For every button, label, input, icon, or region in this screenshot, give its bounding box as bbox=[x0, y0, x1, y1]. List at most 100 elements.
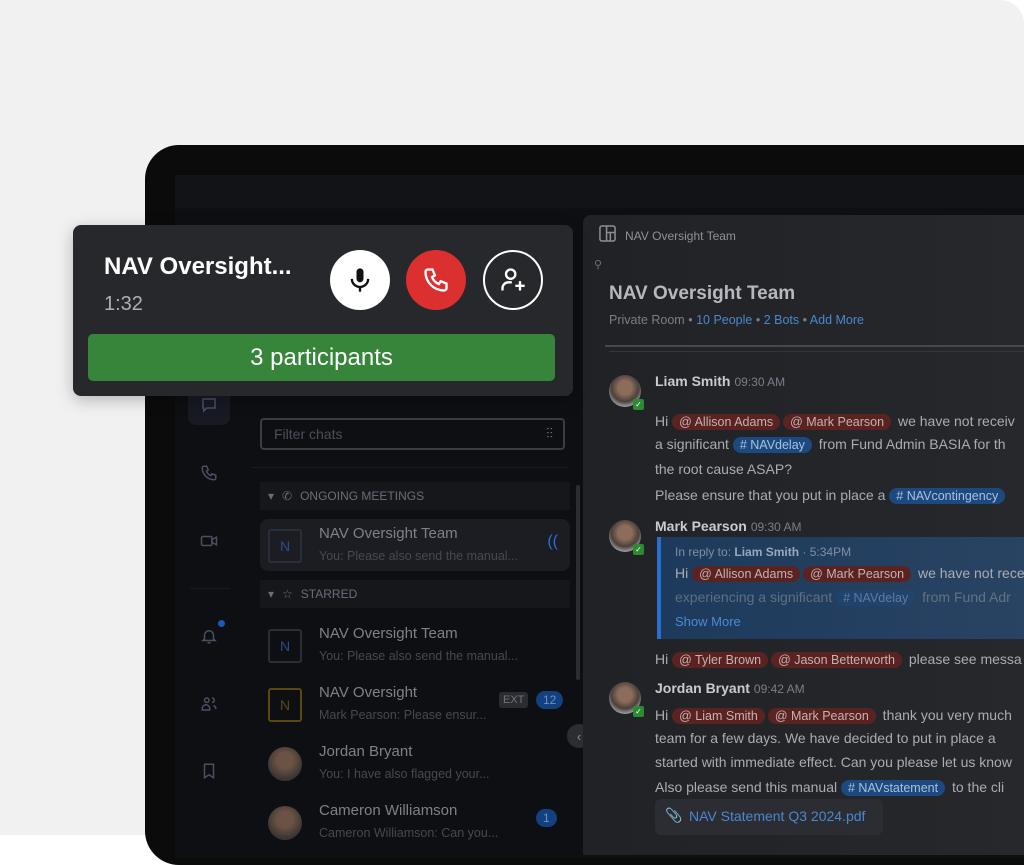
message-line: Hi @ Tyler Brown @ Jason Betterworth plea… bbox=[655, 651, 1022, 668]
message-line: Also please send this manual # NAVstatem… bbox=[655, 779, 1004, 796]
online-status-icon: ✓ bbox=[633, 544, 644, 555]
chat-item[interactable]: Cameron Williamson Cameron Williamson: Ca… bbox=[260, 796, 570, 848]
reply-time: · 5:34PM bbox=[799, 545, 852, 559]
author-avatar[interactable]: ✓ bbox=[609, 375, 644, 410]
call-popup: NAV Oversight... 1:32 3 participants bbox=[73, 225, 573, 396]
chat-pane: NAV Oversight Team ⚲ NAV Oversight Team … bbox=[583, 215, 1024, 855]
chat-preview: Mark Pearson: Please ensur... bbox=[319, 708, 487, 722]
message-text: Hi bbox=[655, 651, 673, 667]
mention-chip[interactable]: @ Liam Smith bbox=[672, 708, 765, 724]
message-text: Also please send this manual bbox=[655, 779, 841, 795]
message-text: Hi bbox=[655, 707, 673, 723]
message-line: the root cause ASAP? bbox=[655, 461, 792, 477]
author-name[interactable]: Mark Pearson bbox=[655, 518, 747, 534]
message-text: from Fund Adr bbox=[918, 589, 1011, 605]
mention-chip[interactable]: @ Mark Pearson bbox=[803, 566, 912, 582]
reply-quote[interactable]: In reply to: Liam Smith · 5:34PM Hi @ All… bbox=[657, 537, 1024, 639]
room-subtitle: Private Room • 10 People • 2 Bots • Add … bbox=[609, 313, 864, 327]
people-icon bbox=[201, 697, 217, 711]
chat-preview: You: Please also send the manual... bbox=[319, 549, 518, 563]
notification-dot bbox=[218, 620, 225, 627]
message-text: started with immediate effect. Can you p… bbox=[655, 754, 1012, 770]
hashtag-chip[interactable]: # NAVstatement bbox=[841, 780, 946, 796]
chat-name: Jordan Bryant bbox=[319, 743, 413, 760]
unread-badge: 12 bbox=[536, 691, 564, 709]
add-user-icon bbox=[501, 268, 525, 291]
reply-prefix: In reply to: bbox=[675, 545, 735, 559]
message-text: we have not rece bbox=[914, 565, 1024, 581]
pin-icon[interactable]: ⚲ bbox=[594, 258, 602, 271]
message-time: 09:30 AM bbox=[750, 520, 802, 534]
author-avatar[interactable]: ✓ bbox=[609, 682, 644, 717]
filter-sliders-icon[interactable]: ⫶⫶ bbox=[546, 425, 553, 442]
message-line: started with immediate effect. Can you p… bbox=[655, 754, 1012, 770]
chat-icon bbox=[202, 398, 216, 413]
message-text: team for a few days. We have decided to … bbox=[655, 730, 996, 746]
paperclip-icon: 📎 bbox=[665, 807, 683, 823]
show-more-link[interactable]: Show More bbox=[675, 614, 741, 629]
hang-up-button[interactable] bbox=[406, 250, 466, 310]
attachment-name[interactable]: NAV Statement Q3 2024.pdf bbox=[689, 808, 865, 824]
participants-bar[interactable]: 3 participants bbox=[88, 334, 555, 381]
message-text: to the cli bbox=[948, 779, 1005, 795]
rail-divider bbox=[190, 588, 230, 589]
mention-chip[interactable]: @ Allison Adams bbox=[692, 566, 801, 582]
mention-chip[interactable]: @ Mark Pearson bbox=[767, 708, 876, 724]
message-text: please see messa bbox=[904, 651, 1022, 667]
mention-chip[interactable]: @ Allison Adams bbox=[672, 414, 781, 430]
author-avatar[interactable]: ✓ bbox=[609, 520, 644, 555]
chat-item[interactable]: Jordan Bryant You: I have also flagged yo… bbox=[260, 737, 570, 789]
chat-item[interactable]: N NAV Oversight Mark Pearson: Please ensur… bbox=[260, 678, 570, 730]
mute-button[interactable] bbox=[330, 250, 390, 310]
section-ongoing-meetings[interactable]: ▾ ✆ ONGOING MEETINGS bbox=[260, 482, 570, 510]
chat-item-ongoing[interactable]: N NAV Oversight Team You: Please also se… bbox=[260, 519, 570, 571]
chat-name: NAV Oversight Team bbox=[319, 625, 458, 642]
chat-list-scrollbar[interactable] bbox=[576, 485, 580, 680]
section-label: ONGOING MEETINGS bbox=[300, 489, 425, 503]
message-text: from Fund Admin BASIA for th bbox=[814, 436, 1006, 452]
message-text: a significant bbox=[655, 436, 733, 452]
bots-link[interactable]: 2 Bots bbox=[764, 313, 799, 327]
mention-chip[interactable]: @ Tyler Brown bbox=[672, 652, 769, 668]
online-status-icon: ✓ bbox=[633, 706, 644, 717]
section-starred[interactable]: ▾ ☆ STARRED bbox=[260, 580, 570, 608]
section-label: STARRED bbox=[300, 587, 358, 601]
add-participant-button[interactable] bbox=[483, 250, 543, 310]
attachment[interactable]: 📎 NAV Statement Q3 2024.pdf bbox=[655, 799, 883, 835]
chat-preview: You: I have also flagged your... bbox=[319, 767, 490, 781]
divider bbox=[609, 351, 1024, 352]
microphone-icon bbox=[350, 268, 370, 292]
message-header: Mark Pearson 09:30 AM bbox=[655, 518, 802, 534]
message-header: Liam Smith 09:30 AM bbox=[655, 373, 785, 389]
bell-icon bbox=[201, 630, 217, 644]
chat-preview: You: Please also send the manual... bbox=[319, 649, 518, 663]
layout-icon bbox=[599, 225, 616, 242]
list-divider bbox=[252, 467, 568, 468]
filter-chats-input[interactable]: Filter chats ⫶⫶ bbox=[260, 418, 565, 450]
message-line: team for a few days. We have decided to … bbox=[655, 730, 996, 746]
online-status-icon: ✓ bbox=[633, 399, 644, 410]
people-link[interactable]: 10 People bbox=[696, 313, 752, 327]
chat-name: NAV Oversight Team bbox=[319, 525, 458, 542]
mention-chip[interactable]: @ Mark Pearson bbox=[783, 414, 892, 430]
rail-bookmarks[interactable] bbox=[188, 751, 230, 791]
author-name[interactable]: Jordan Bryant bbox=[655, 680, 750, 696]
chat-item[interactable]: N NAV Oversight Team You: Please also send… bbox=[260, 619, 570, 671]
hashtag-chip[interactable]: # NAVdelay bbox=[732, 437, 812, 453]
hashtag-chip[interactable]: # NAVcontingency bbox=[889, 488, 1006, 504]
rail-video[interactable] bbox=[188, 521, 230, 561]
chat-preview: Cameron Williamson: Can you... bbox=[319, 826, 499, 840]
room-title: NAV Oversight Team bbox=[609, 283, 796, 304]
rail-calls[interactable] bbox=[188, 453, 230, 493]
message-text: Hi bbox=[655, 413, 673, 429]
reply-meta: In reply to: Liam Smith · 5:34PM bbox=[675, 545, 851, 559]
add-more-link[interactable]: Add More bbox=[810, 313, 864, 327]
rail-contacts[interactable] bbox=[188, 684, 230, 724]
filter-placeholder: Filter chats bbox=[274, 426, 343, 442]
author-name[interactable]: Liam Smith bbox=[655, 373, 730, 389]
breadcrumb: NAV Oversight Team bbox=[625, 229, 736, 243]
mention-chip[interactable]: @ Jason Betterworth bbox=[771, 652, 902, 668]
hashtag-chip[interactable]: # NAVdelay bbox=[836, 590, 916, 606]
message-text: Please ensure that you put in place a bbox=[655, 487, 890, 503]
chat-name: Cameron Williamson bbox=[319, 802, 458, 819]
